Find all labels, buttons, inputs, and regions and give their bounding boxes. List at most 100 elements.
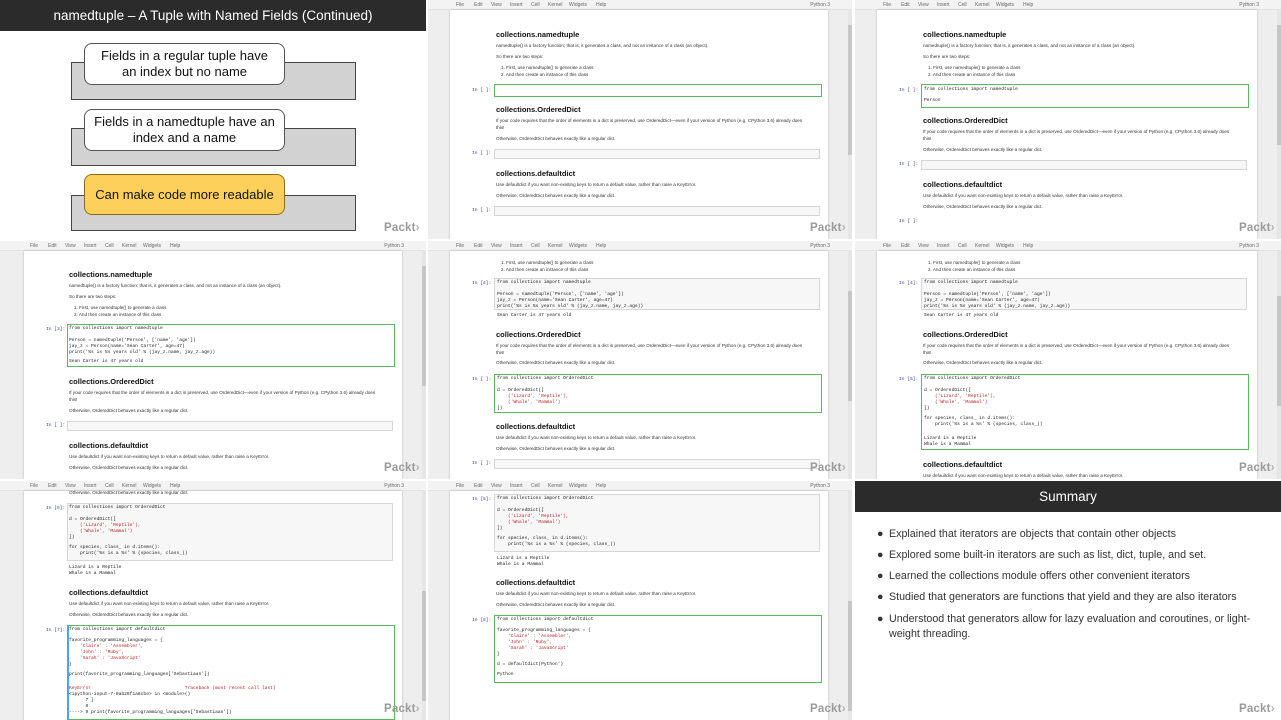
menu-file[interactable]: File (30, 481, 38, 491)
menu-file[interactable]: File (456, 0, 464, 10)
menu-widgets[interactable]: Widgets (996, 0, 1014, 10)
scrollbar[interactable] (422, 491, 426, 720)
menu-edit[interactable]: Edit (48, 241, 57, 251)
text-defaultdict: Use defaultdict if you want non-existing… (496, 591, 697, 596)
cell-prompt: In [3]: (46, 327, 66, 332)
menu-insert[interactable]: Insert (84, 241, 97, 251)
code-cell[interactable] (494, 84, 822, 97)
cell-prompt: In [ ]: (472, 208, 492, 213)
notebook-view-7: File Edit View Insert Cell Kernel Widget… (0, 481, 426, 720)
menu-edit[interactable]: Edit (901, 0, 910, 10)
scrollbar[interactable] (422, 251, 426, 479)
code-line: Person = namedtuple('Person', ['name', '… (924, 292, 1051, 297)
code-cell[interactable] (921, 160, 1247, 170)
code-cell[interactable] (494, 206, 820, 216)
menu-edit[interactable]: Edit (474, 481, 483, 491)
code-line: d = OrderedDict([ (497, 508, 544, 513)
menu-kernel[interactable]: Kernel (548, 481, 562, 491)
menu-help[interactable]: Help (596, 481, 606, 491)
scrollbar-thumb[interactable] (1277, 296, 1281, 406)
menu-widgets[interactable]: Widgets (996, 241, 1014, 251)
output-line: Sean Carter is 47 years old (497, 313, 572, 318)
menu-file[interactable]: File (30, 241, 38, 251)
menu-kernel[interactable]: Kernel (975, 0, 989, 10)
menu-cell[interactable]: Cell (958, 0, 967, 10)
menu-view[interactable]: View (65, 241, 76, 251)
scrollbar-thumb[interactable] (1277, 25, 1281, 145)
menu-view[interactable]: View (918, 0, 929, 10)
text-defaultdict: Use defaultdict if you want non-existing… (923, 193, 1124, 198)
menu-view[interactable]: View (491, 481, 502, 491)
menu-kernel[interactable]: Kernel (548, 0, 562, 10)
menu-help[interactable]: Help (1023, 0, 1033, 10)
code-line: print('%s is %s years old' % (jay_z.name… (69, 350, 216, 355)
scrollbar[interactable] (848, 491, 852, 720)
menu-file[interactable]: File (456, 481, 464, 491)
menu-cell[interactable]: Cell (958, 241, 967, 251)
heading-defaultdict: collections.defaultdict (69, 441, 149, 450)
bullet-icon: ● (877, 591, 884, 603)
menu-widgets[interactable]: Widgets (569, 0, 587, 10)
notebook-view-4: File Edit View Insert Cell Kernel Widget… (0, 241, 426, 479)
scrollbar-thumb[interactable] (848, 291, 852, 401)
scrollbar[interactable] (1277, 251, 1281, 479)
text-ordereddict: If your code requires that the order of … (923, 343, 1230, 348)
menu-insert[interactable]: Insert (937, 241, 950, 251)
text-ordered-otherwise: Otherwise, OrderedDict behaves exactly l… (496, 136, 616, 141)
packt-text: Packt (810, 222, 842, 234)
scrollbar-thumb[interactable] (848, 601, 852, 711)
menu-view[interactable]: View (491, 0, 502, 10)
menu-cell[interactable]: Cell (531, 481, 540, 491)
menu-bar: File Edit View Insert Cell Kernel Widget… (0, 241, 426, 251)
menu-help[interactable]: Help (596, 241, 606, 251)
menu-kernel[interactable]: Kernel (548, 241, 562, 251)
cell-prompt: In [4]: (472, 281, 492, 286)
heading-namedtuple: collections.namedtuple (496, 30, 580, 39)
output-line: Python (497, 672, 514, 677)
menu-widgets[interactable]: Widgets (143, 241, 161, 251)
menu-kernel[interactable]: Kernel (122, 241, 136, 251)
menu-insert[interactable]: Insert (510, 481, 523, 491)
heading-defaultdict: collections.defaultdict (496, 169, 576, 178)
menu-bar: File Edit View Insert Cell Kernel Widget… (855, 0, 1281, 10)
bullet-text: Studied that generators are functions th… (889, 591, 1237, 603)
menu-edit[interactable]: Edit (901, 241, 910, 251)
output-line: Whale is a Mammal (497, 562, 544, 567)
output-line: Lizard is a Reptile (69, 565, 122, 570)
menu-file[interactable]: File (456, 241, 464, 251)
menu-help[interactable]: Help (170, 241, 180, 251)
box-regular-tuple: Fields in a regular tuple have an index … (84, 43, 285, 85)
menu-cell[interactable]: Cell (531, 0, 540, 10)
text-namedtuple: namedtuple() is a factory function; that… (69, 283, 282, 288)
scrollbar[interactable] (848, 251, 852, 479)
menu-kernel[interactable]: Kernel (975, 241, 989, 251)
text-ordered-otherwise: Otherwise, OrderedDict behaves exactly l… (923, 147, 1043, 152)
menu-cell[interactable]: Cell (531, 241, 540, 251)
menu-view[interactable]: View (918, 241, 929, 251)
menu-widgets[interactable]: Widgets (569, 241, 587, 251)
menu-insert[interactable]: Insert (937, 0, 950, 10)
menu-file[interactable]: File (883, 0, 891, 10)
scrollbar-thumb[interactable] (422, 266, 426, 386)
menu-view[interactable]: View (491, 241, 502, 251)
menu-insert[interactable]: Insert (510, 0, 523, 10)
menu-help[interactable]: Help (596, 0, 606, 10)
scrollbar-thumb[interactable] (422, 591, 426, 701)
scrollbar[interactable] (1277, 10, 1281, 239)
menu-file[interactable]: File (883, 241, 891, 251)
code-cell[interactable] (494, 149, 820, 159)
kernel-indicator: Python 3 (384, 243, 404, 249)
menu-help[interactable]: Help (1023, 241, 1033, 251)
scrollbar-thumb[interactable] (848, 25, 852, 155)
menu-edit[interactable]: Edit (474, 241, 483, 251)
text-step2: 2. And then create an instance of this c… (928, 72, 1016, 77)
scrollbar[interactable] (848, 10, 852, 239)
code-line: from collections import defaultdict (497, 617, 594, 622)
code-cell[interactable] (67, 421, 393, 431)
code-cell[interactable] (494, 459, 820, 469)
menu-edit[interactable]: Edit (474, 0, 483, 10)
menu-insert[interactable]: Insert (510, 241, 523, 251)
menu-edit[interactable]: Edit (48, 481, 57, 491)
menu-cell[interactable]: Cell (105, 241, 114, 251)
menu-widgets[interactable]: Widgets (569, 481, 587, 491)
